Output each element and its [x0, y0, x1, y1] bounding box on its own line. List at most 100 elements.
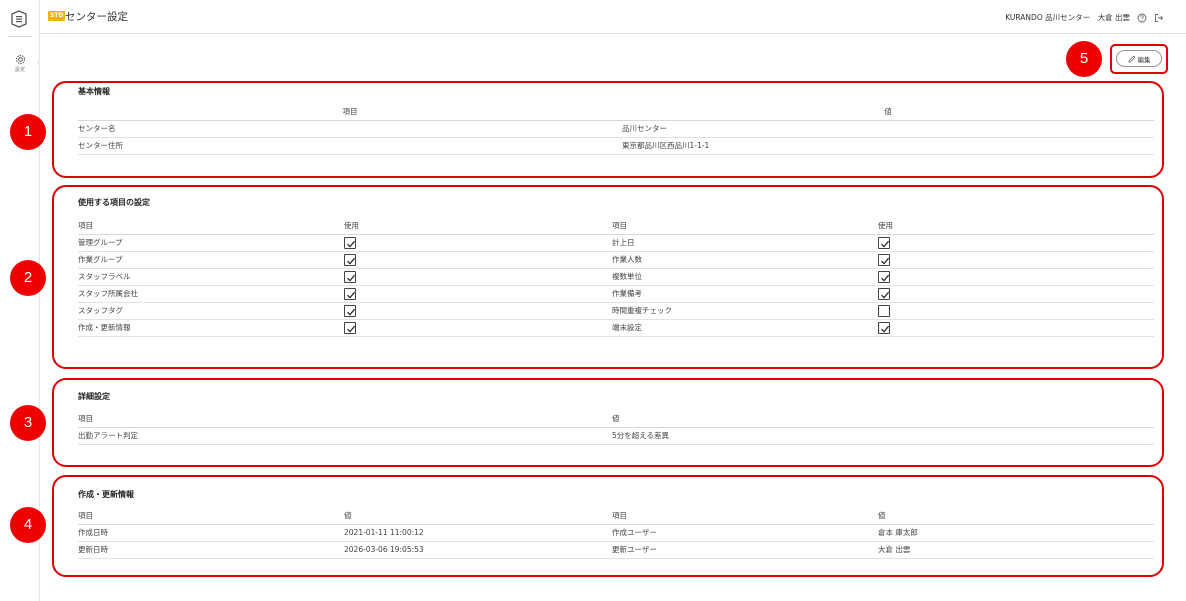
row-label: 作成ユーザー [612, 524, 878, 542]
setting-checkbox[interactable] [344, 270, 356, 283]
section-usage-settings: 使用する項目の設定 項目 使用 項目 使用 管理グループ 計上日作業グループ 作業人… [52, 185, 1164, 369]
section-audit-info: 作成・更新情報 項目 値 項目 値 作成日時 2021-01-11 11:00:… [52, 475, 1164, 577]
setting-checkbox-cell [344, 234, 612, 252]
column-header: 値 [612, 410, 1154, 428]
row-value: 2026-03-06 19:05:53 [344, 541, 612, 559]
row-label: センター名 [78, 120, 622, 138]
setting-checkbox[interactable] [878, 321, 890, 334]
table-row: スタッフタグ 時間重複チェック [78, 302, 1154, 320]
table-row: 管理グループ 計上日 [78, 234, 1154, 252]
column-header: 使用 [344, 217, 612, 235]
table-row: センター名 品川センター [78, 120, 1154, 138]
user-info: KURANDO 品川センター 大倉 出雲 [1005, 13, 1130, 22]
table-row: 作成日時 2021-01-11 11:00:12 作成ユーザー 倉本 庫太郎 [78, 524, 1154, 542]
setting-label: スタッフタグ [78, 302, 344, 320]
setting-checkbox[interactable] [878, 304, 890, 317]
checkmark-icon [881, 291, 890, 298]
setting-checkbox-cell [878, 302, 1154, 320]
row-value: 大倉 出雲 [878, 541, 1154, 559]
section-title: 基本情報 [78, 87, 110, 96]
gear-icon [15, 54, 25, 65]
setting-checkbox[interactable] [878, 253, 890, 266]
checkmark-icon [881, 240, 890, 247]
row-label: センター住所 [78, 137, 622, 155]
setting-checkbox[interactable] [344, 304, 356, 317]
help-icon[interactable] [1137, 13, 1147, 23]
table-row: 更新日時 2026-03-06 19:05:53 更新ユーザー 大倉 出雲 [78, 541, 1154, 559]
app-logo-icon[interactable] [11, 10, 27, 28]
row-label: 更新ユーザー [612, 541, 878, 559]
setting-checkbox-cell [878, 319, 1154, 337]
setting-label: 管理グループ [78, 234, 344, 252]
setting-checkbox-cell [878, 234, 1154, 252]
setting-checkbox[interactable] [344, 253, 356, 266]
column-header: 項目 [78, 410, 612, 428]
checkmark-icon [347, 325, 356, 332]
table-row: 作成・更新情報 端末設定 [78, 319, 1154, 337]
edit-button[interactable]: 編集 [1116, 50, 1162, 67]
annotation-marker-2: 2 [10, 260, 46, 296]
setting-label: 時間重複チェック [612, 302, 878, 320]
annotation-marker-1: 1 [10, 114, 46, 150]
checkmark-icon [347, 240, 356, 247]
annotation-marker-3: 3 [10, 405, 46, 441]
checkmark-icon [347, 308, 356, 315]
setting-checkbox-cell [878, 251, 1154, 269]
section-basic-info: 基本情報 項目 値 センター名 品川センター センター住所 東京都品川区西品川1… [52, 81, 1164, 178]
section-detail-settings: 詳細設定 項目 値 出勤アラート判定 5分を超える差異 [52, 378, 1164, 467]
setting-checkbox[interactable] [878, 287, 890, 300]
setting-label: スタッフラベル [78, 268, 344, 286]
checkmark-icon [347, 257, 356, 264]
section-title: 使用する項目の設定 [78, 198, 150, 207]
setting-label: 作業グループ [78, 251, 344, 269]
table-row: センター住所 東京都品川区西品川1-1-1 [78, 137, 1154, 155]
column-header: 項目 [612, 507, 878, 525]
column-header: 使用 [878, 217, 1154, 235]
page-title: センター設定 [65, 11, 128, 23]
setting-label: 計上日 [612, 234, 878, 252]
row-label: 出勤アラート判定 [78, 427, 612, 445]
setting-label: 端末設定 [612, 319, 878, 337]
row-value: 5分を超える差異 [612, 427, 1154, 445]
setting-checkbox[interactable] [878, 270, 890, 283]
page-badge: STD [48, 11, 66, 21]
setting-label: 複数単位 [612, 268, 878, 286]
column-header: 項目 [78, 103, 622, 121]
table-row: 作業グループ 作業人数 [78, 251, 1154, 269]
pencil-icon [1128, 55, 1135, 62]
setting-checkbox[interactable] [344, 287, 356, 300]
setting-checkbox[interactable] [878, 236, 890, 249]
row-label: 更新日時 [78, 541, 344, 559]
logout-icon[interactable] [1154, 13, 1164, 23]
audit-info-table: 項目 値 項目 値 作成日時 2021-01-11 11:00:12 作成ユーザ… [78, 507, 1154, 559]
rail-item-settings-label: 設定 [14, 67, 25, 73]
section-title: 作成・更新情報 [78, 490, 134, 499]
main-area: STD センター設定 KURANDO 品川センター 大倉 出雲 編集 基本情報 [40, 0, 1186, 601]
usage-settings-rows: 管理グループ 計上日作業グループ 作業人数スタッフラベル 複数単位 スタッフ所属会社 作業… [78, 234, 1154, 337]
section-title: 詳細設定 [78, 392, 110, 401]
row-value: 東京都品川区西品川1-1-1 [622, 137, 1154, 155]
setting-label: 作業備考 [612, 285, 878, 303]
rail-item-settings[interactable]: 設定 [8, 54, 32, 80]
row-value: 倉本 庫太郎 [878, 524, 1154, 542]
column-header: 値 [622, 103, 1154, 121]
table-row: 出勤アラート判定 5分を超える差異 [78, 427, 1154, 445]
column-header: 項目 [78, 217, 344, 235]
setting-label: 作業人数 [612, 251, 878, 269]
row-label: 作成日時 [78, 524, 344, 542]
table-row: スタッフラベル 複数単位 [78, 268, 1154, 286]
checkmark-icon [881, 274, 890, 281]
checkmark-icon [347, 291, 356, 298]
setting-checkbox[interactable] [344, 321, 356, 334]
setting-label: 作成・更新情報 [78, 319, 344, 337]
row-value: 品川センター [622, 120, 1154, 138]
column-header: 値 [344, 507, 612, 525]
basic-info-table: 項目 値 センター名 品川センター センター住所 東京都品川区西品川1-1-1 [78, 103, 1154, 155]
top-header: STD センター設定 KURANDO 品川センター 大倉 出雲 [40, 0, 1186, 34]
setting-checkbox-cell [344, 302, 612, 320]
table-row: スタッフ所属会社 作業備考 [78, 285, 1154, 303]
column-header: 項目 [612, 217, 878, 235]
setting-checkbox[interactable] [344, 236, 356, 249]
checkmark-icon [881, 325, 890, 332]
checkmark-icon [347, 274, 356, 281]
